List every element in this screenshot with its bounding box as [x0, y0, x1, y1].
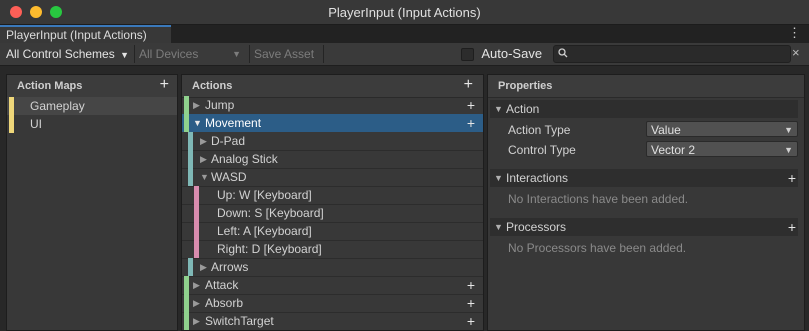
action-item-absorb[interactable]: ▶ Absorb +: [182, 294, 483, 312]
expand-arrow-icon[interactable]: ▶: [200, 132, 207, 150]
add-binding-icon[interactable]: +: [467, 97, 475, 113]
collapse-arrow-icon[interactable]: ▼: [494, 169, 503, 187]
actions-panel: Actions + ▶ Jump + ▼ Movement + ▶ D-Pad …: [181, 74, 484, 331]
binding-label: Arrows: [211, 260, 249, 274]
add-processor-icon[interactable]: +: [788, 219, 796, 235]
action-section-header[interactable]: ▼ Action: [490, 100, 798, 118]
add-action-map-icon[interactable]: +: [160, 77, 169, 93]
save-asset-button[interactable]: Save Asset: [254, 45, 314, 63]
expand-arrow-icon[interactable]: ▶: [193, 312, 200, 330]
properties-panel: Properties ▼ Action Action Type Value ▼ …: [487, 74, 805, 331]
clear-search-icon[interactable]: ×: [792, 44, 800, 62]
binding-label: Analog Stick: [211, 152, 278, 166]
window-titlebar: PlayerInput (Input Actions): [0, 0, 809, 25]
window-title: PlayerInput (Input Actions): [328, 5, 481, 20]
expand-arrow-icon[interactable]: ▶: [193, 276, 200, 294]
toolbar: All Control Schemes ▼ All Devices ▼ Save…: [0, 43, 809, 66]
action-map-color-bar: [9, 97, 14, 115]
tab-label: PlayerInput (Input Actions): [6, 28, 147, 42]
action-maps-header: Action Maps +: [7, 75, 177, 98]
auto-save-toggle[interactable]: Auto-Save: [461, 45, 542, 63]
expand-arrow-icon[interactable]: ▶: [193, 96, 200, 114]
control-schemes-dropdown[interactable]: All Control Schemes ▼: [6, 45, 129, 63]
action-label: Jump: [205, 98, 235, 112]
add-binding-icon[interactable]: +: [467, 277, 475, 293]
binding-label: Up: W [Keyboard]: [217, 188, 312, 202]
properties-title: Properties: [498, 80, 553, 92]
action-map-color-bar: [9, 115, 14, 133]
search-input[interactable]: [553, 45, 791, 63]
interactions-empty-text: No Interactions have been added.: [508, 192, 689, 206]
add-action-icon[interactable]: +: [464, 77, 473, 93]
expand-arrow-icon[interactable]: ▶: [200, 150, 207, 168]
control-type-label: Control Type: [508, 143, 576, 157]
action-label: SwitchTarget: [205, 314, 274, 328]
add-interaction-icon[interactable]: +: [788, 170, 796, 186]
collapse-arrow-icon[interactable]: ▼: [494, 100, 503, 118]
action-map-item-gameplay[interactable]: Gameplay: [7, 97, 177, 115]
kebab-menu-icon[interactable]: ⋮: [788, 25, 801, 41]
processors-empty-text: No Processors have been added.: [508, 241, 687, 255]
expand-arrow-icon[interactable]: ▶: [193, 294, 200, 312]
chevron-down-icon: ▼: [784, 145, 793, 155]
auto-save-label: Auto-Save: [481, 46, 543, 61]
processors-section-header[interactable]: ▼ Processors +: [490, 218, 798, 236]
add-binding-icon[interactable]: +: [467, 295, 475, 311]
composite-item-arrows[interactable]: ▶ Arrows: [182, 258, 483, 276]
action-item-attack[interactable]: ▶ Attack +: [182, 276, 483, 294]
tab-input-actions[interactable]: PlayerInput (Input Actions): [0, 25, 171, 43]
control-type-value: Vector 2: [651, 143, 696, 157]
action-maps-title: Action Maps: [17, 80, 83, 92]
chevron-down-icon: ▼: [120, 50, 129, 60]
action-label: Movement: [205, 116, 262, 130]
action-maps-panel: Action Maps + Gameplay UI: [6, 74, 178, 331]
devices-dropdown[interactable]: All Devices ▼: [139, 45, 243, 63]
part-binding-down[interactable]: Down: S [Keyboard]: [182, 204, 483, 222]
section-title: Interactions: [506, 171, 569, 185]
chevron-down-icon: ▼: [784, 125, 793, 135]
action-label: Absorb: [205, 296, 244, 310]
binding-label: WASD: [211, 170, 247, 184]
action-map-item-ui[interactable]: UI: [7, 115, 177, 133]
add-binding-icon[interactable]: +: [467, 313, 475, 329]
actions-header: Actions +: [182, 75, 483, 98]
collapse-arrow-icon[interactable]: ▼: [200, 168, 209, 186]
section-title: Processors: [506, 220, 567, 234]
action-item-movement[interactable]: ▼ Movement +: [182, 114, 483, 132]
binding-label: Down: S [Keyboard]: [217, 206, 324, 220]
control-schemes-label: All Control Schemes: [6, 47, 115, 61]
search-icon: [558, 46, 568, 63]
composite-item-wasd[interactable]: ▼ WASD: [182, 168, 483, 186]
actions-title: Actions: [192, 80, 233, 92]
binding-label: Left: A [Keyboard]: [217, 224, 312, 238]
part-binding-left[interactable]: Left: A [Keyboard]: [182, 222, 483, 240]
properties-header: Properties: [488, 75, 804, 98]
interactions-section-header[interactable]: ▼ Interactions +: [490, 169, 798, 187]
add-binding-icon[interactable]: +: [467, 115, 475, 131]
action-item-switchtarget[interactable]: ▶ SwitchTarget +: [182, 312, 483, 330]
action-map-label: Gameplay: [30, 99, 85, 113]
part-binding-right[interactable]: Right: D [Keyboard]: [182, 240, 483, 258]
action-type-dropdown[interactable]: Value ▼: [646, 121, 798, 137]
composite-item-dpad[interactable]: ▶ D-Pad: [182, 132, 483, 150]
action-item-jump[interactable]: ▶ Jump +: [182, 96, 483, 114]
binding-label: Right: D [Keyboard]: [217, 242, 322, 256]
action-label: Attack: [205, 278, 239, 292]
devices-label: All Devices: [139, 47, 199, 61]
expand-arrow-icon[interactable]: ▶: [200, 258, 207, 276]
tab-bar: PlayerInput (Input Actions) ⋮: [0, 25, 809, 43]
chevron-down-icon: ▼: [232, 49, 241, 59]
action-map-label: UI: [30, 117, 42, 131]
action-type-label: Action Type: [508, 123, 571, 137]
collapse-arrow-icon[interactable]: ▼: [494, 218, 503, 236]
part-binding-up[interactable]: Up: W [Keyboard]: [182, 186, 483, 204]
binding-item-analog-stick[interactable]: ▶ Analog Stick: [182, 150, 483, 168]
control-type-dropdown[interactable]: Vector 2 ▼: [646, 141, 798, 157]
section-title: Action: [506, 102, 540, 116]
binding-label: D-Pad: [211, 134, 246, 148]
action-type-value: Value: [651, 123, 681, 137]
collapse-arrow-icon[interactable]: ▼: [193, 114, 202, 132]
auto-save-checkbox[interactable]: [461, 48, 474, 62]
